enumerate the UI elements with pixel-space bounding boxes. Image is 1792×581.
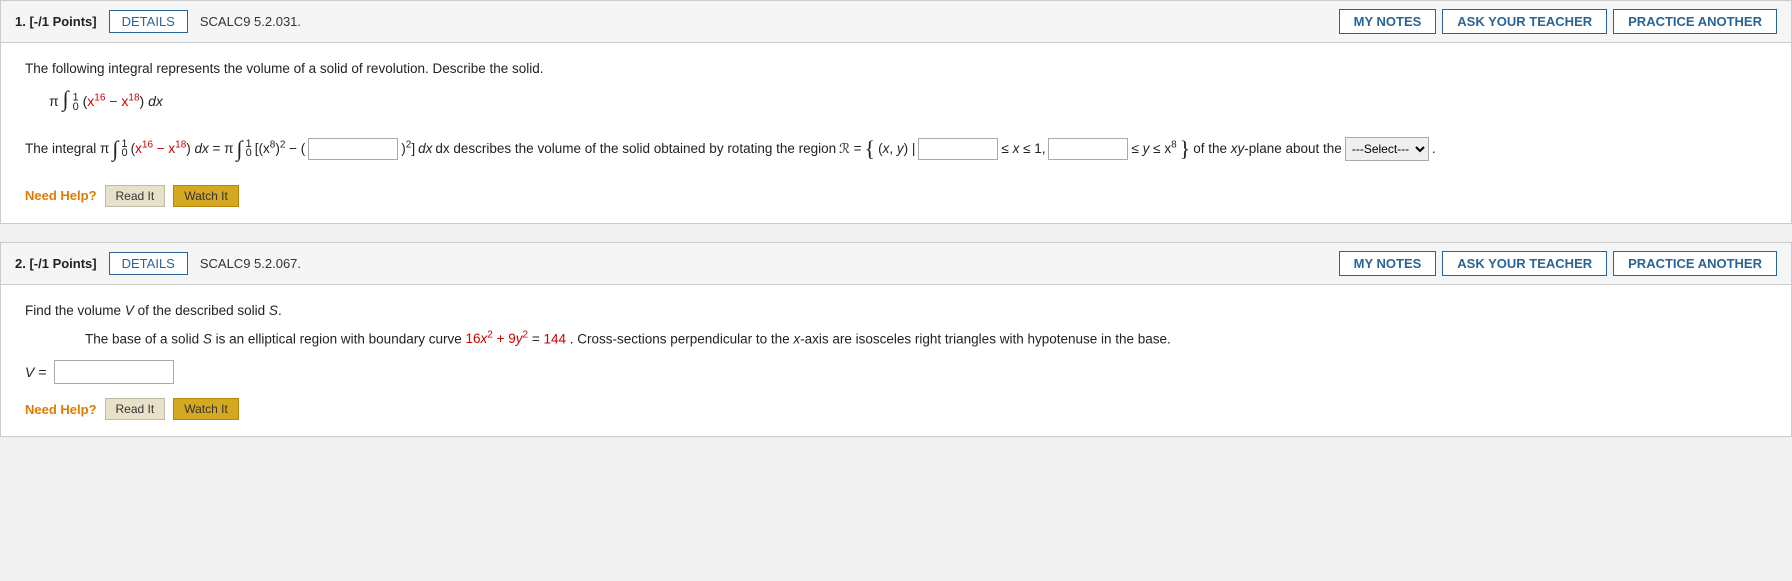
problem-2-description: The base of a solid S is an elliptical r… [85,330,1767,347]
need-help-label-1: Need Help? [25,188,97,203]
axis-select[interactable]: ---Select--- x-axis y-axis [1345,137,1429,161]
equation-value: 144 [543,331,566,346]
problem-2-code: SCALC9 5.2.067. [200,256,301,271]
limits-3: 10 [246,133,252,164]
curly-open: { [865,127,876,171]
problem-2-statement: Find the volume V of the described solid… [25,303,1767,318]
problem-2-points: 2. [-/1 Points] [15,256,97,271]
problem-1-details-button[interactable]: DETAILS [109,10,188,33]
problem-1-actions: MY NOTES ASK YOUR TEACHER PRACTICE ANOTH… [1339,9,1777,34]
input-inner-function[interactable] [308,138,398,160]
limits-2: 10 [121,133,127,164]
integral-symbol-1: ∫ [63,86,69,111]
problem-1-section: 1. [-/1 Points] DETAILS SCALC9 5.2.031. … [0,0,1792,224]
bracket-open: [(x8)2 − ( [255,135,306,162]
problem-2-actions: MY NOTES ASK YOUR TEACHER PRACTICE ANOTH… [1339,251,1777,276]
region-symbol: ℛ = [839,135,861,162]
problem-1-need-help: Need Help? Read It Watch It [25,185,1767,207]
describes-text: dx describes the volume of the solid obt… [435,135,836,162]
integrand-1: (x16 − x18) dx [83,93,163,109]
integral-symbol-2: ∫ [112,138,118,160]
input-x-lower[interactable] [918,138,998,160]
problem-1-points: 1. [-/1 Points] [15,14,97,29]
curly-close: } [1180,127,1191,171]
integrand-red: (x16 − x18) dx = π [131,135,234,162]
dx-label: dx [418,135,432,162]
input-y-lower[interactable] [1048,138,1128,160]
y-bounds-text: ≤ y ≤ x8 [1131,135,1176,162]
problem-2-section: 2. [-/1 Points] DETAILS SCALC9 5.2.067. … [0,242,1792,438]
practice-another-button-1[interactable]: PRACTICE ANOTHER [1613,9,1777,34]
v-label: V = [25,364,46,380]
problem-2-need-help: Need Help? Read It Watch It [25,398,1767,420]
equation-part: 16x2 + 9y2 [465,331,528,346]
x-bounds-text: ≤ x ≤ 1, [1001,135,1045,162]
v-equals-row: V = [25,360,1767,384]
problem-2-header: 2. [-/1 Points] DETAILS SCALC9 5.2.067. … [1,243,1791,285]
period-1: . [1432,135,1436,162]
practice-another-button-2[interactable]: PRACTICE ANOTHER [1613,251,1777,276]
description-rest: . Cross-sections perpendicular to the x-… [570,331,1171,346]
xy-region: (x, y) | [878,135,915,162]
v-input[interactable] [54,360,174,384]
integral-limits-1: 10 [72,93,82,109]
problem-2-details-button[interactable]: DETAILS [109,252,188,275]
problem-1-body: The following integral represents the vo… [1,43,1791,223]
problem-1-code: SCALC9 5.2.031. [200,14,301,29]
bracket-close: )2] [401,135,415,162]
need-help-label-2: Need Help? [25,402,97,417]
integral-text-prefix: The integral π [25,135,109,162]
problem-2-body: Find the volume V of the described solid… [1,285,1791,437]
my-notes-button-2[interactable]: MY NOTES [1339,251,1437,276]
ask-teacher-button-2[interactable]: ASK YOUR TEACHER [1442,251,1607,276]
equals-sign: = [532,331,544,346]
problem-1-statement: The following integral represents the vo… [25,61,1767,76]
read-it-button-1[interactable]: Read It [105,185,166,207]
of-xy-text: of the xy-plane about the [1193,135,1342,162]
problem-1-header: 1. [-/1 Points] DETAILS SCALC9 5.2.031. … [1,1,1791,43]
integral-symbol-3: ∫ [237,138,243,160]
integral-line: The integral π ∫ 10 (x16 − x18) dx = π ∫… [25,127,1767,171]
read-it-button-2[interactable]: Read It [105,398,166,420]
ask-teacher-button-1[interactable]: ASK YOUR TEACHER [1442,9,1607,34]
integral-display: π ∫ 10 (x16 − x18) dx [49,88,1767,113]
watch-it-button-1[interactable]: Watch It [173,185,239,207]
watch-it-button-2[interactable]: Watch It [173,398,239,420]
pi-symbol: π [49,93,59,109]
my-notes-button-1[interactable]: MY NOTES [1339,9,1437,34]
